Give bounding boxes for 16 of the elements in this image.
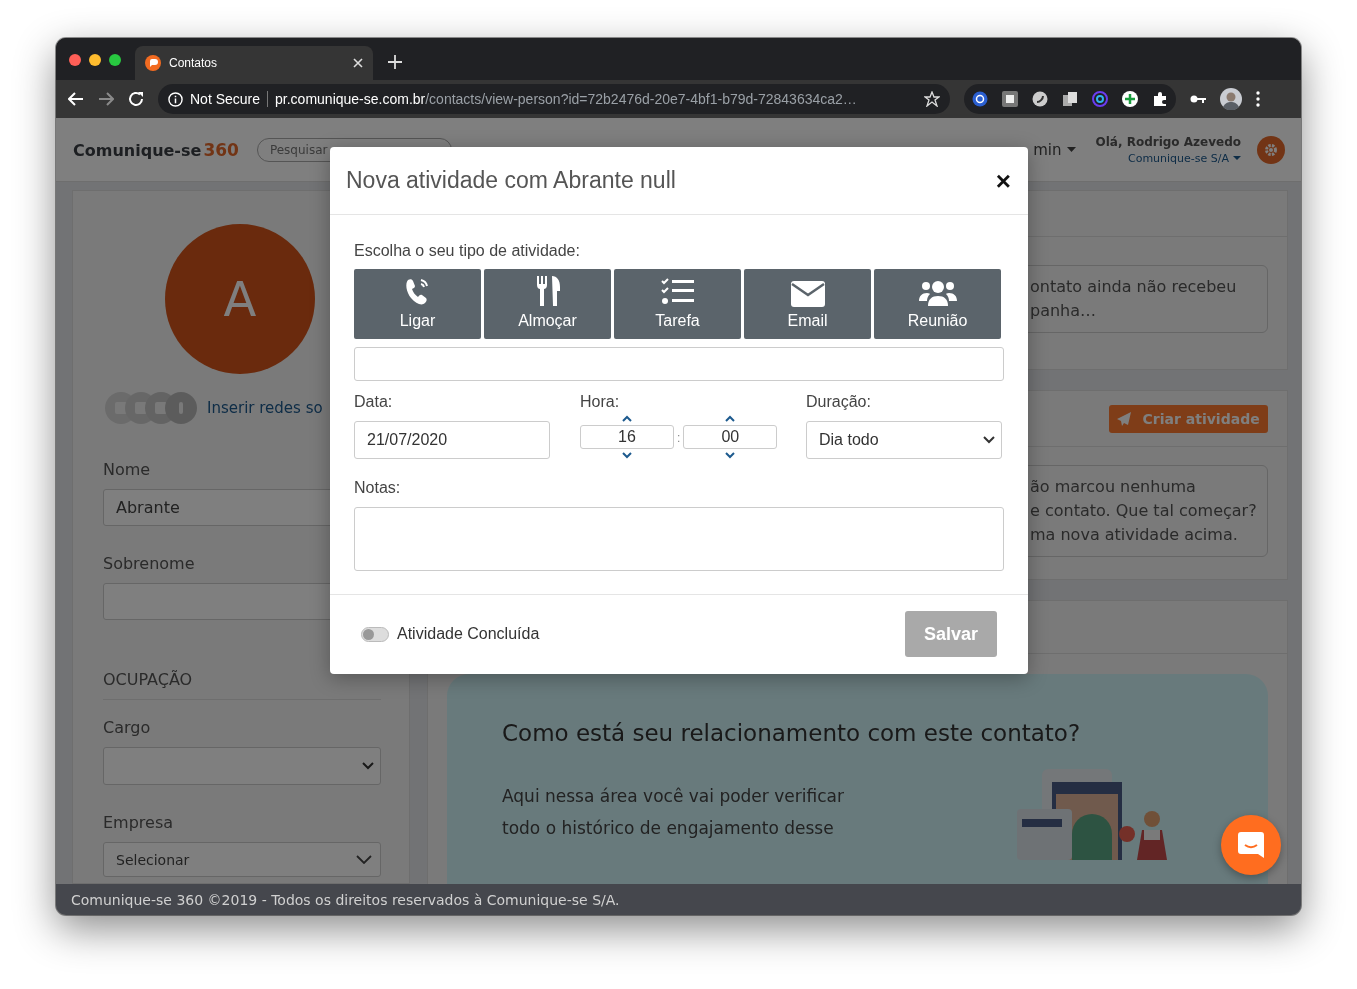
field-label: Sobrenome <box>103 554 196 573</box>
user-greeting: Olá, Rodrigo Azevedo <box>1095 134 1241 149</box>
modal-title: Nova atividade com Abrante null <box>346 167 676 194</box>
field-label: Data: <box>354 393 394 411</box>
field-label: Empresa <box>103 813 175 832</box>
field-label: Escolha o seu tipo de atividade: <box>354 242 581 260</box>
banner-text: Aqui nessa área você vai poder verificar todo o histórico de engajamento desse <box>502 785 844 840</box>
field-label: Hora: <box>580 393 621 411</box>
footer-text: Comunique-se 360 ©2019 - Todos os direitos reservados à Comunique-se S/A. <box>56 884 1301 915</box>
banner-title: Como está seu relacionamento com este contato? <box>502 720 1082 746</box>
field-label: Cargo <box>103 718 152 737</box>
toggle-label: Atividade Concluída <box>397 625 540 643</box>
contact-avatar: A <box>165 224 315 374</box>
field-label: Nome <box>103 460 152 479</box>
time-separator: : <box>677 431 681 445</box>
field-label: Duração: <box>806 393 872 411</box>
